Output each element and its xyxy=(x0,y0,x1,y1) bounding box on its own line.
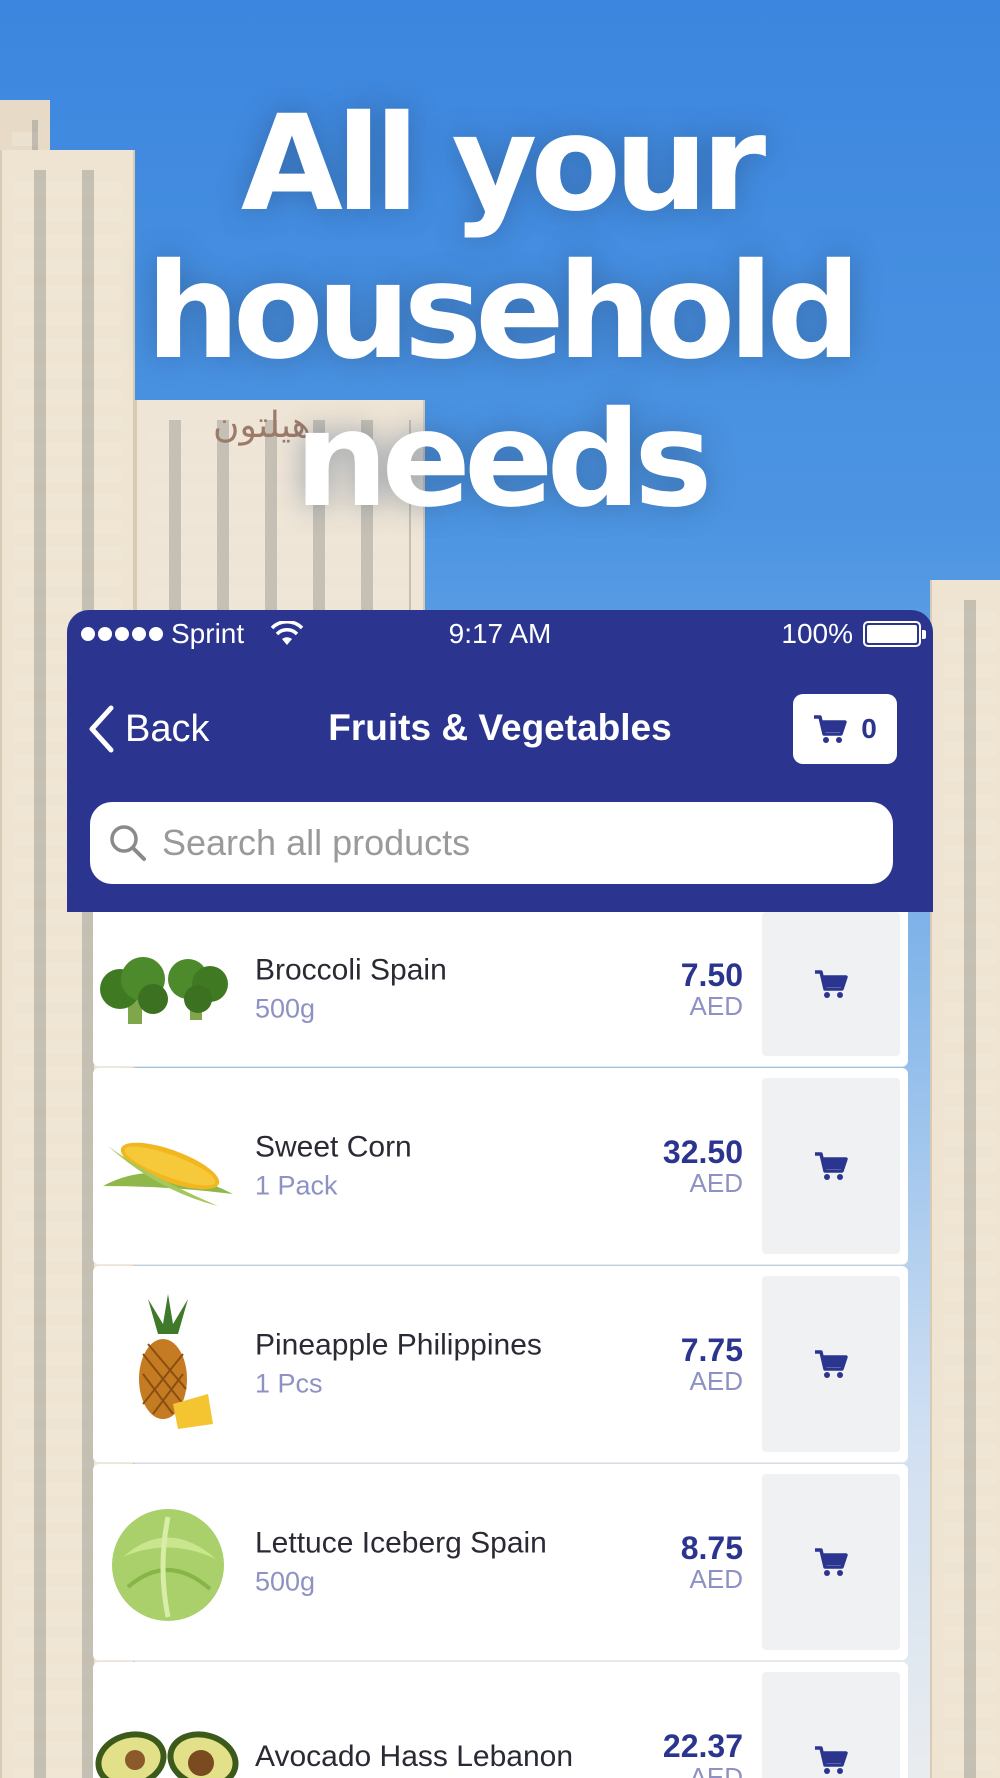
cart-button[interactable]: 0 xyxy=(793,694,897,764)
product-price: 32.50 AED xyxy=(663,1135,743,1197)
product-name: Lettuce Iceberg Spain xyxy=(255,1526,547,1560)
price-currency: AED xyxy=(689,991,743,1021)
navigation-header: Sprint 9:17 AM 100% Back Fruits & Vegeta… xyxy=(67,610,933,912)
corn-image xyxy=(93,1068,243,1264)
chevron-left-icon xyxy=(89,705,114,753)
cart-icon xyxy=(815,1746,848,1774)
cart-icon xyxy=(815,1152,848,1180)
price-value: 7.50 xyxy=(680,957,743,993)
price-value: 7.75 xyxy=(680,1332,743,1368)
search-input[interactable] xyxy=(162,822,842,864)
cart-icon xyxy=(815,1548,848,1576)
price-currency: AED xyxy=(689,1168,743,1198)
price-currency: AED xyxy=(689,1762,743,1778)
cart-count: 0 xyxy=(861,713,877,744)
building-right xyxy=(930,580,1000,1778)
avocado-image xyxy=(93,1662,243,1778)
product-unit: 500g xyxy=(255,1566,316,1597)
search-bar xyxy=(90,802,893,884)
product-row[interactable]: Lettuce Iceberg Spain 500g 8.75 AED xyxy=(93,1464,908,1660)
product-list: Broccoli Spain 500g 7.50 AED Sweet Corn … xyxy=(93,912,908,1778)
product-price: 22.37 AED xyxy=(663,1729,743,1778)
back-button[interactable]: Back xyxy=(87,705,209,753)
add-to-cart-button[interactable] xyxy=(762,1078,900,1254)
lettuce-image xyxy=(93,1464,243,1660)
headline-line-3: needs xyxy=(294,383,712,537)
search-icon xyxy=(110,825,146,861)
promo-headline: All your household needs xyxy=(0,90,1000,534)
product-row[interactable]: Sweet Corn 1 Pack 32.50 AED xyxy=(93,1068,908,1264)
product-price: 7.50 AED xyxy=(681,958,743,1020)
phone-screen: Sprint 9:17 AM 100% Back Fruits & Vegeta… xyxy=(67,610,933,1778)
product-price: 8.75 AED xyxy=(681,1531,743,1593)
cart-icon xyxy=(814,715,847,743)
add-to-cart-button[interactable] xyxy=(762,1276,900,1452)
add-to-cart-button[interactable] xyxy=(762,1672,900,1778)
product-name: Pineapple Philippines xyxy=(255,1328,542,1362)
product-row[interactable]: Broccoli Spain 500g 7.50 AED xyxy=(93,912,908,1066)
pineapple-image xyxy=(93,1266,243,1462)
price-value: 22.37 xyxy=(662,1728,743,1764)
broccoli-image xyxy=(93,912,243,1066)
product-unit: 1 Pack xyxy=(255,1170,338,1201)
product-row[interactable]: Pineapple Philippines 1 Pcs 7.75 AED xyxy=(93,1266,908,1462)
price-value: 32.50 xyxy=(662,1134,743,1170)
battery-icon xyxy=(863,621,926,647)
product-name: Avocado Hass Lebanon xyxy=(255,1740,574,1773)
price-value: 8.75 xyxy=(680,1530,743,1566)
battery-percent: 100% xyxy=(781,618,853,649)
product-unit: 1 Pcs xyxy=(255,1368,323,1399)
add-to-cart-button[interactable] xyxy=(762,1474,900,1650)
cart-icon xyxy=(815,1350,848,1378)
product-price: 7.75 AED xyxy=(681,1333,743,1395)
headline-line-1: All your xyxy=(240,87,766,241)
price-currency: AED xyxy=(689,1366,743,1396)
product-row[interactable]: Avocado Hass Lebanon 22.37 AED xyxy=(93,1662,908,1778)
cart-icon xyxy=(815,970,848,998)
price-currency: AED xyxy=(689,1564,743,1594)
headline-line-2: household xyxy=(145,235,861,389)
product-name: Broccoli Spain xyxy=(255,953,447,987)
back-label: Back xyxy=(125,707,210,750)
product-unit: 500g xyxy=(255,993,316,1024)
status-bar: Sprint 9:17 AM 100% xyxy=(67,610,933,660)
product-name: Sweet Corn xyxy=(255,1130,412,1164)
add-to-cart-button[interactable] xyxy=(762,912,900,1056)
